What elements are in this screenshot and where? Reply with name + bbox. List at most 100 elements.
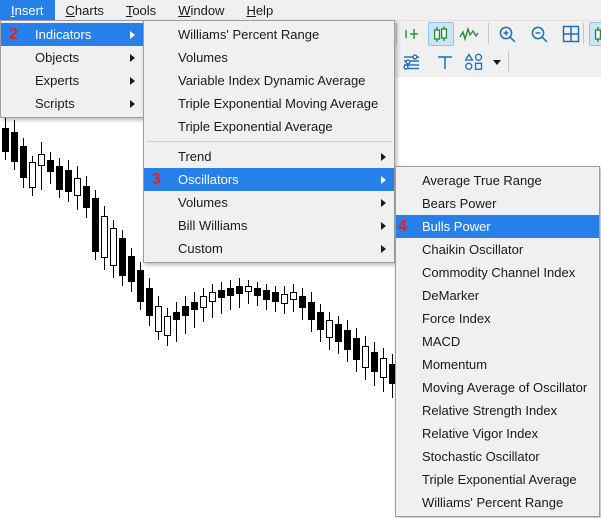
candle-body [164,316,171,336]
insert-menu: 2 Indicators Objects Experts Scripts [0,20,144,118]
candle-body [362,346,369,368]
crosshair-icon[interactable] [400,22,426,46]
indicators-menu-item-custom[interactable]: Custom [144,237,394,260]
candle-wick [176,302,177,342]
indicators-menu-item-volumes[interactable]: Volumes [144,191,394,214]
insert-menu-item-experts[interactable]: Experts [1,69,143,92]
oscillators-menu-item-moving-average-of-oscillator[interactable]: Moving Average of Oscillator [396,376,599,399]
candle-body [182,306,189,316]
candle-body [119,238,126,276]
candle-wick [194,292,195,328]
menu-item-label: Triple Exponential Moving Average [178,96,379,111]
menubar-item-insert-rest: nsert [14,3,44,18]
menu-item-label: Triple Exponential Average [178,119,333,134]
insert-menu-item-scripts[interactable]: Scripts [1,92,143,115]
menubar-item-tools[interactable]: Tools [115,0,167,20]
step-marker-4: 4 [398,217,407,235]
indicators-menu-item-williams-percent-range[interactable]: Williams' Percent Range [144,23,394,46]
indicators-menu-item-oscillators[interactable]: 3 Oscillators [144,168,394,191]
chevron-right-icon [130,76,135,85]
candle-body [218,290,225,298]
oscillators-menu-item-chaikin-oscillator[interactable]: Chaikin Oscillator [396,238,599,261]
chevron-right-icon [381,244,386,253]
oscillators-menu-item-relative-vigor-index[interactable]: Relative Vigor Index [396,422,599,445]
text-tool-icon[interactable] [432,50,458,74]
candle-body [155,306,162,332]
menubar-item-charts-mnemonic: C [65,3,75,18]
tile-windows-icon[interactable] [558,22,584,46]
menu-item-label: Objects [35,50,80,65]
chevron-right-icon [130,30,135,39]
menu-item-label: Force Index [422,311,491,326]
menu-item-label: Stochastic Oscillator [422,449,540,464]
insert-menu-item-objects[interactable]: Objects [1,46,143,69]
candle-body [317,312,324,330]
oscillators-menu: Average True Range Bears Power 4 Bulls Powe… [395,166,600,517]
candle-body [209,292,216,302]
menu-item-label: Indicators [35,27,92,42]
candle-body [29,162,36,188]
chevron-right-icon [381,221,386,230]
menu-item-label: DeMarker [422,288,480,303]
oscillators-menu-item-relative-strength-index[interactable]: Relative Strength Index [396,399,599,422]
oscillators-menu-item-bulls-power[interactable]: 4 Bulls Power [396,215,599,238]
oscillators-menu-item-stochastic-oscillator[interactable]: Stochastic Oscillator [396,445,599,468]
oscillators-menu-item-demarker[interactable]: DeMarker [396,284,599,307]
candle-body [380,358,387,378]
app-window: Insert Charts Tools Window Help 1 2Indic… [0,0,601,518]
candle-body [254,288,261,296]
oscillators-menu-item-average-true-range[interactable]: Average True Range [396,169,599,192]
menu-item-label: Volumes [178,195,228,210]
candlestick-chart-icon-2[interactable] [589,22,601,46]
candlestick-chart-icon[interactable] [428,22,454,46]
oscillators-menu-item-triple-exponential-average[interactable]: Triple Exponential Average [396,468,599,491]
menubar-item-help[interactable]: Help [235,0,284,20]
insert-menu-item-indicators[interactable]: 2 Indicators [1,23,143,46]
indicators-menu-item-bill-williams[interactable]: Bill Williams [144,214,394,237]
indicators-menu-item-triple-exponential-average[interactable]: Triple Exponential Average [144,115,394,138]
indicators-menu-item-trend[interactable]: Trend [144,145,394,168]
menu-item-label: Bill Williams [178,218,248,233]
menu-item-label: Custom [178,241,223,256]
menu-item-label: Moving Average of Oscillator [422,380,588,395]
zoom-in-icon[interactable] [494,22,520,46]
menubar-item-window-mnemonic: W [178,3,191,18]
menubar-item-window[interactable]: Window [167,0,235,20]
indicators-menu-item-volumes[interactable]: Volumes [144,46,394,69]
candle-wick [248,280,249,304]
candle-body [137,270,144,302]
menubar-item-charts[interactable]: Charts [55,0,115,20]
oscillators-menu-item-momentum[interactable]: Momentum [396,353,599,376]
candle-body [101,216,108,258]
menu-item-label: Relative Strength Index [422,403,558,418]
line-chart-icon[interactable] [456,22,482,46]
dropdown-arrow-icon[interactable] [484,50,510,74]
candle-body [146,288,153,316]
menu-item-label: Trend [178,149,212,164]
candle-body [335,324,342,342]
oscillators-menu-item-macd[interactable]: MACD [396,330,599,353]
oscillators-menu-item-force-index[interactable]: Force Index [396,307,599,330]
oscillators-menu-item-commodity-channel-index[interactable]: Commodity Channel Index [396,261,599,284]
menu-item-label: Williams' Percent Range [422,495,564,510]
candle-body [20,146,27,178]
oscillators-menu-item-bears-power[interactable]: Bears Power [396,192,599,215]
candle-body [2,128,9,152]
indicators-menu-item-variable-index-dynamic-average[interactable]: Variable Index Dynamic Average [144,69,394,92]
candle-body [38,154,45,166]
candle-body [299,296,306,308]
oscillators-menu-item-williams-percent-range[interactable]: Williams' Percent Range [396,491,599,514]
indicators-menu-item-triple-exponential-moving-average[interactable]: Triple Exponential Moving Average [144,92,394,115]
candle-body [281,294,288,304]
candle-body [263,290,270,300]
menubar-item-help-mnemonic: H [246,3,256,18]
chevron-right-icon [381,152,386,161]
zoom-out-icon[interactable] [526,22,552,46]
menu-bar: Insert Charts Tools Window Help [0,0,601,21]
candle-body [173,312,180,320]
candle-body [47,160,54,172]
menubar-item-insert[interactable]: Insert [0,0,55,20]
candle-body [92,198,99,252]
menu-item-label: Chaikin Oscillator [422,242,524,257]
indicator-list-icon[interactable] [400,50,426,74]
